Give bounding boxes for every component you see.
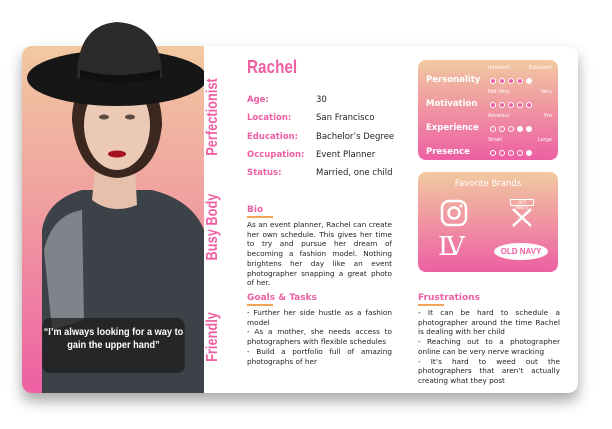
scales-panel: Personality Introvert Extrovert Motivation… bbox=[418, 60, 558, 160]
scale-personality: Personality Introvert Extrovert bbox=[426, 65, 552, 85]
scale-dot bbox=[517, 102, 523, 108]
off-white-icon: OFF WHITE bbox=[510, 199, 534, 229]
detail-status: Status: Married, one child bbox=[247, 168, 392, 178]
off-white-text: OFF WHITE bbox=[510, 199, 534, 210]
detail-label: Occupation: bbox=[247, 150, 305, 160]
scale-dot bbox=[490, 102, 496, 108]
scale-dot bbox=[517, 126, 523, 132]
persona-quote: “I’m always looking for a way to gain th… bbox=[42, 318, 185, 373]
scale-dot bbox=[526, 102, 532, 108]
detail-label: Status: bbox=[247, 168, 282, 178]
instagram-icon bbox=[440, 199, 468, 227]
frustration-item: - It can be hard to schedule a photograp… bbox=[418, 308, 560, 337]
scale-dot bbox=[490, 126, 496, 132]
detail-location: Location: San Francisco bbox=[247, 113, 374, 123]
scale-label: Experience bbox=[426, 123, 479, 133]
scale-dot bbox=[508, 78, 514, 84]
scale-experience: Experience Amateur Pro bbox=[426, 113, 552, 133]
trait-busy-body: Busy Body bbox=[204, 193, 221, 261]
scale-motivation: Motivation Not Very Very bbox=[426, 89, 552, 109]
frustration-item: - It’s hard to weed out the photographer… bbox=[418, 356, 560, 385]
detail-label: Education: bbox=[247, 132, 298, 142]
scale-dot bbox=[499, 102, 505, 108]
detail-education: Education: Bachelor’s Degree bbox=[247, 132, 394, 142]
frustration-item: - Reaching out to a photographer online … bbox=[418, 337, 560, 356]
brands-panel: Favorite Brands OFF WHITE LV OLD NAVY bbox=[418, 172, 558, 272]
trait-friendly: Friendly bbox=[204, 312, 221, 362]
scale-dot bbox=[508, 150, 514, 156]
frustrations-list: - It can be hard to schedule a photograp… bbox=[418, 308, 560, 386]
detail-value: Event Planner bbox=[316, 150, 376, 160]
scale-dot bbox=[526, 126, 532, 132]
detail-occupation: Occupation: Event Planner bbox=[247, 150, 375, 160]
detail-age: Age: 30 bbox=[247, 95, 327, 105]
scale-dot bbox=[508, 126, 514, 132]
detail-label: Location: bbox=[247, 113, 292, 123]
goal-item: - Further her side hustle as a fashion m… bbox=[247, 308, 392, 327]
goal-item: - As a mother, she needs access to photo… bbox=[247, 327, 392, 347]
detail-value: Bachelor’s Degree bbox=[316, 132, 395, 142]
scale-dot bbox=[508, 102, 514, 108]
detail-value: San Francisco bbox=[316, 113, 375, 123]
scale-high: Pro bbox=[544, 113, 552, 119]
scale-low: Introvert bbox=[488, 65, 510, 71]
bio-heading: Bio bbox=[247, 205, 273, 218]
scale-label: Motivation bbox=[426, 99, 478, 109]
goals-list: - Further her side hustle as a fashion m… bbox=[247, 308, 392, 366]
scale-dot bbox=[517, 150, 523, 156]
brands-heading: Favorite Brands bbox=[454, 179, 522, 189]
frustrations-heading: Frustrations bbox=[418, 293, 480, 306]
goals-heading: Goals & Tasks bbox=[247, 293, 317, 306]
scale-high: Large bbox=[537, 137, 552, 143]
old-navy-icon: OLD NAVY bbox=[494, 243, 548, 260]
scale-label: Presence bbox=[426, 147, 470, 157]
louis-vuitton-icon: LV bbox=[438, 232, 465, 262]
detail-value: 30 bbox=[316, 95, 327, 105]
scale-dot bbox=[499, 126, 505, 132]
scale-dot bbox=[490, 78, 496, 84]
scale-low: Amateur bbox=[488, 113, 510, 119]
scale-dot bbox=[499, 78, 505, 84]
persona-name: Rachel bbox=[247, 57, 298, 77]
detail-value: Married, one child bbox=[316, 168, 393, 178]
scale-low: Small bbox=[488, 137, 502, 143]
scale-dot bbox=[526, 78, 532, 84]
scale-dot bbox=[499, 150, 505, 156]
trait-perfectionist: Perfectionist bbox=[204, 78, 221, 156]
scale-high: Extrovert bbox=[528, 65, 552, 71]
scale-label: Personality bbox=[426, 75, 481, 85]
bio-text: As an event planner, Rachel can create h… bbox=[247, 220, 392, 288]
scale-dot bbox=[517, 78, 523, 84]
scale-dot bbox=[526, 150, 532, 156]
detail-label: Age: bbox=[247, 95, 269, 105]
goal-item: - Build a portfolio full of amazing phot… bbox=[247, 346, 392, 366]
scale-presence: Presence Small Large bbox=[426, 137, 552, 157]
scale-high: Very bbox=[540, 89, 552, 95]
scale-low: Not Very bbox=[488, 89, 510, 95]
scale-dot bbox=[490, 150, 496, 156]
